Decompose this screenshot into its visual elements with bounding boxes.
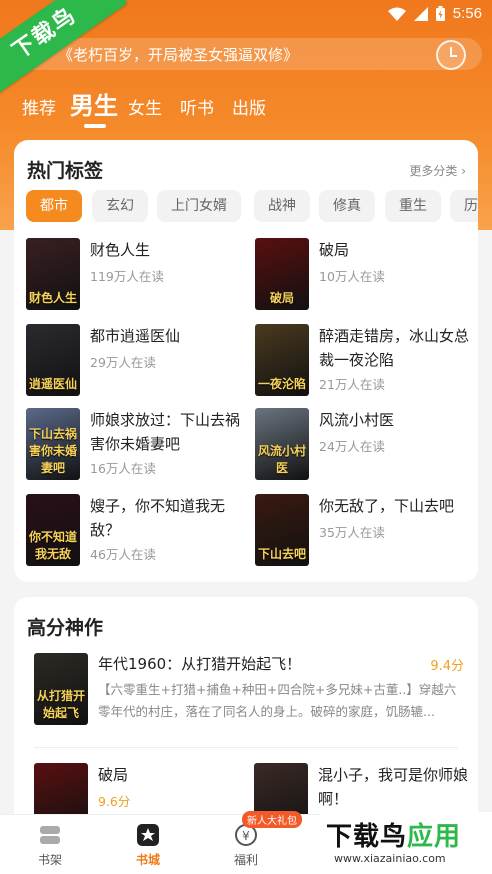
book-title[interactable]: 嫂子，你不知道我无敌？ (90, 494, 250, 542)
more-categories-link[interactable]: 更多分类 › (409, 162, 466, 179)
tab-published[interactable]: 出版 (232, 94, 266, 119)
book-readers: 21万人在读 (319, 377, 385, 392)
book-title[interactable]: 破局 (319, 238, 479, 262)
watermark-title: 下载鸟应用 (326, 822, 462, 852)
hot-book-item[interactable]: 一夜沦陷 醉酒走错房，冰山女总裁一夜沦陷 21万人在读 (255, 324, 475, 400)
nav-bookstore[interactable]: 书城 (118, 823, 178, 868)
signal-icon (413, 6, 428, 21)
book-cover[interactable]: 你不知道我无敌 (26, 494, 80, 566)
divider (34, 747, 458, 748)
tag-son-in-law[interactable]: 上门女婿 (157, 190, 241, 222)
cover-title: 一夜沦陷 (257, 377, 306, 391)
book-readers: 10万人在读 (319, 269, 385, 284)
book-cover[interactable]: 风流小村医 (255, 408, 309, 480)
tag-urban[interactable]: 都市 (26, 190, 82, 222)
nav-label: 书架 (37, 853, 62, 867)
cover-title: 下山去祸害你未婚妻吧 (28, 427, 77, 475)
book-cover[interactable]: 下山去祸害你未婚妻吧 (26, 408, 80, 480)
cover-title: 破局 (269, 291, 294, 305)
search-bar[interactable]: 《老朽百岁，开局被圣女强逼双修》 (14, 38, 482, 70)
nav-label: 书城 (135, 853, 160, 867)
hot-book-item[interactable]: 逍遥医仙 都市逍遥医仙 29万人在读 (26, 324, 246, 400)
book-readers: 119万人在读 (90, 269, 164, 284)
book-title[interactable]: 混小子，我可是你师娘啊！ (318, 763, 468, 811)
book-title[interactable]: 你无敌了，下山去吧 (319, 494, 479, 518)
book-title[interactable]: 破局 (98, 763, 258, 787)
book-score: 9.4分 (430, 659, 464, 674)
tab-female[interactable]: 女生 (128, 94, 162, 119)
tag-war-god[interactable]: 战神 (254, 190, 310, 222)
high-score-card: 高分神作 从打猎开始起飞 年代1960：从打猎开始起飞！ 9.4分 【六零重生+… (14, 597, 478, 835)
book-title[interactable]: 醉酒走错房，冰山女总裁一夜沦陷 (319, 324, 479, 372)
active-tab-indicator (84, 124, 106, 128)
hot-book-item[interactable]: 风流小村医 风流小村医 24万人在读 (255, 408, 475, 484)
search-suggestion[interactable]: 《老朽百岁，开局被圣女强逼双修》 (58, 44, 298, 65)
nav-bookshelf[interactable]: 书架 (20, 823, 80, 868)
book-readers: 16万人在读 (90, 461, 156, 476)
nav-label: 福利 (233, 853, 258, 867)
book-cover[interactable]: 破局 (255, 238, 309, 310)
high-score-title: 高分神作 (27, 617, 104, 639)
hot-tags-title: 热门标签 (27, 160, 104, 182)
tag-history[interactable]: 历 (450, 190, 478, 222)
cover-title: 从打猎开始起飞 (36, 689, 85, 720)
cover-title: 逍遥医仙 (28, 377, 77, 391)
status-time: 5:56 (452, 5, 482, 22)
tag-cultivation[interactable]: 修真 (319, 190, 375, 222)
book-title[interactable]: 风流小村医 (319, 408, 479, 432)
watermark-logo: 下载鸟应用 www.xiazainiao.com (320, 812, 492, 874)
tab-audiobook[interactable]: 听书 (180, 94, 214, 119)
watermark-url: www.xiazainiao.com (334, 852, 446, 865)
tag-rebirth[interactable]: 重生 (385, 190, 441, 222)
history-clock-icon[interactable] (436, 40, 466, 70)
bookshelf-icon (38, 823, 62, 847)
book-cover[interactable]: 从打猎开始起飞 (34, 653, 88, 725)
featured-book[interactable]: 从打猎开始起飞 年代1960：从打猎开始起飞！ 9.4分 【六零重生+打猎+捕鱼… (34, 653, 464, 729)
cover-title: 你不知道我无敌 (28, 530, 77, 561)
new-user-gift-badge: 新人大礼包 (242, 811, 302, 828)
book-score: 9.6分 (98, 794, 131, 809)
book-readers: 24万人在读 (319, 439, 385, 454)
tab-male[interactable]: 男生 (70, 86, 118, 121)
book-readers: 29万人在读 (90, 355, 156, 370)
battery-icon (435, 6, 445, 21)
hot-book-item[interactable]: 下山去吧 你无敌了，下山去吧 35万人在读 (255, 494, 475, 570)
hot-book-item[interactable]: 破局 破局 10万人在读 (255, 238, 475, 314)
cover-title: 风流小村医 (257, 444, 306, 475)
hot-tags-card: 热门标签 更多分类 › 都市 玄幻 上门女婿 战神 修真 重生 历 财色人生财色… (14, 140, 478, 582)
hot-book-item[interactable]: 财色人生 财色人生 119万人在读 (26, 238, 246, 314)
book-readers: 46万人在读 (90, 547, 156, 562)
svg-text:¥: ¥ (242, 829, 250, 843)
book-title[interactable]: 财色人生 (90, 238, 250, 262)
book-title[interactable]: 师娘求放过：下山去祸害你未婚妻吧 (90, 408, 250, 456)
cover-title: 财色人生 (28, 291, 77, 305)
book-title[interactable]: 都市逍遥医仙 (90, 324, 250, 348)
book-cover[interactable]: 财色人生 (26, 238, 80, 310)
hot-book-item[interactable]: 下山去祸害你未婚妻吧 师娘求放过：下山去祸害你未婚妻吧 16万人在读 (26, 408, 246, 484)
book-cover[interactable]: 一夜沦陷 (255, 324, 309, 396)
book-readers: 35万人在读 (319, 525, 385, 540)
tag-fantasy[interactable]: 玄幻 (92, 190, 148, 222)
bookstore-icon (136, 823, 160, 847)
hot-book-item[interactable]: 你不知道我无敌 嫂子，你不知道我无敌？ 46万人在读 (26, 494, 246, 570)
nav-welfare[interactable]: ¥ 福利 (216, 823, 276, 868)
tab-recommend[interactable]: 推荐 (22, 94, 56, 119)
book-title[interactable]: 年代1960：从打猎开始起飞！ (98, 653, 301, 674)
cover-title: 下山去吧 (257, 547, 306, 561)
tag-row: 都市 玄幻 上门女婿 战神 修真 重生 历 (26, 190, 478, 224)
book-cover[interactable]: 下山去吧 (255, 494, 309, 566)
book-description: 【六零重生+打猎+捕鱼+种田+四合院+多兄妹+古董..】穿越六零年代的村庄，落在… (98, 682, 457, 719)
wifi-icon (387, 7, 406, 21)
book-cover[interactable]: 逍遥医仙 (26, 324, 80, 396)
